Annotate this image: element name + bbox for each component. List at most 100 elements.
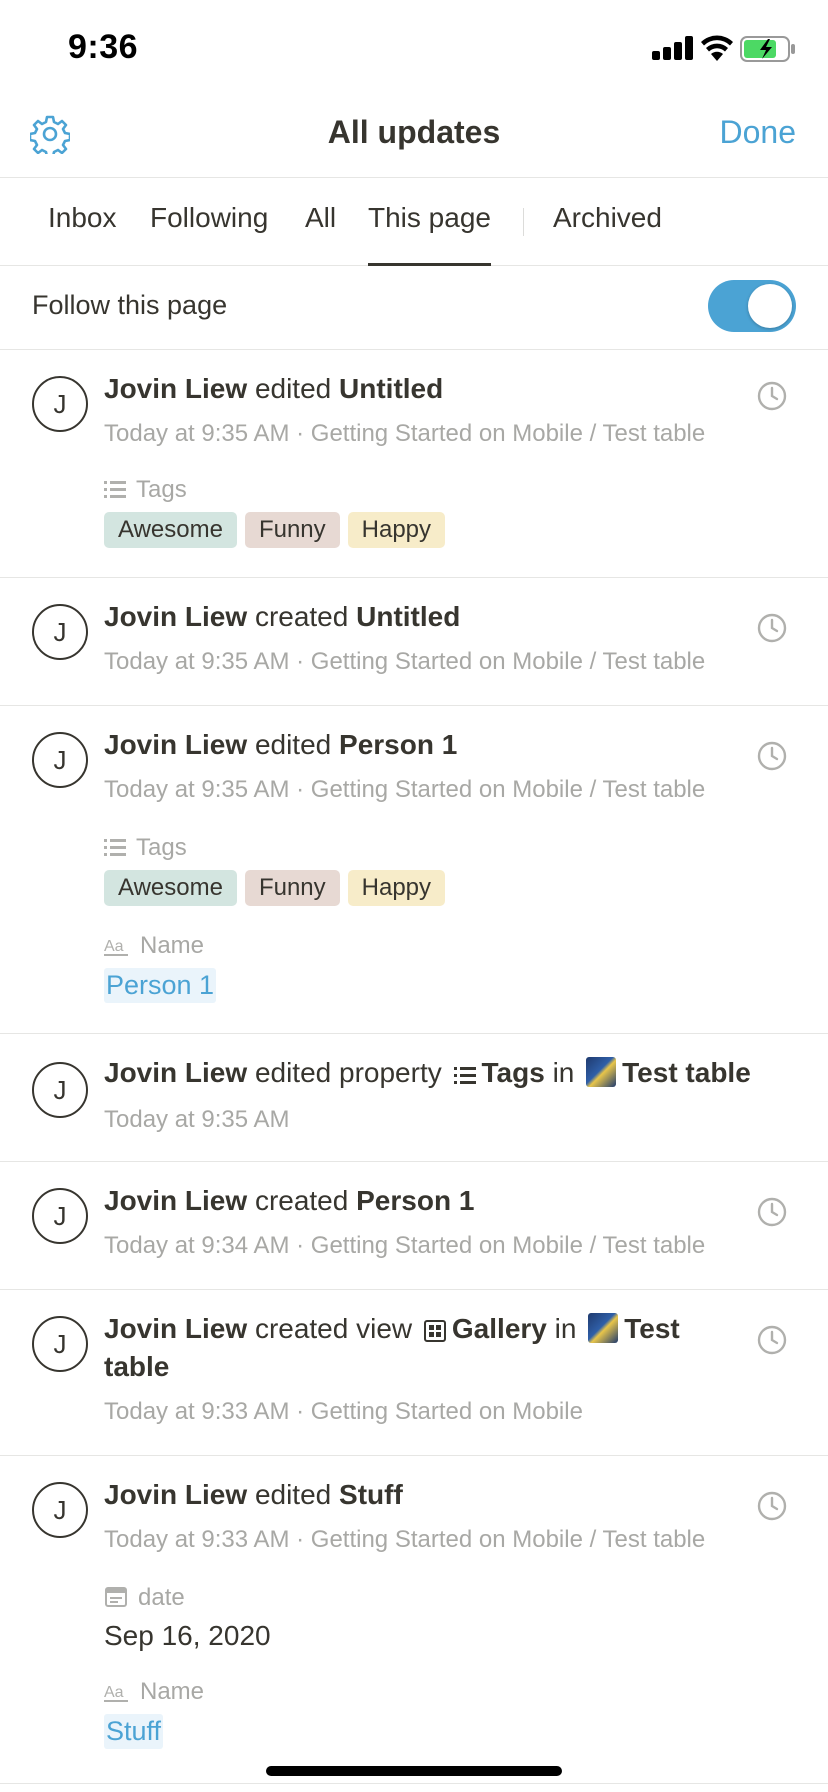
list-icon bbox=[104, 839, 126, 856]
clock-icon[interactable] bbox=[756, 1324, 788, 1356]
avatar: J bbox=[32, 376, 88, 432]
property-label-text: date bbox=[138, 1584, 185, 1611]
svg-text:Aa: Aa bbox=[104, 1684, 124, 1701]
name-value-link[interactable]: Person 1 bbox=[104, 968, 217, 1003]
battery-icon bbox=[740, 36, 795, 62]
clock-icon[interactable] bbox=[756, 740, 788, 772]
filter-tabs: Inbox Following All This page Archived bbox=[0, 178, 828, 266]
tab-this-page[interactable]: This page bbox=[368, 202, 491, 266]
avatar: J bbox=[32, 1188, 88, 1244]
update-target[interactable]: Stuff bbox=[339, 1479, 403, 1510]
svg-text:Aa: Aa bbox=[104, 938, 124, 955]
clock-icon[interactable] bbox=[756, 380, 788, 412]
home-indicator bbox=[266, 1766, 562, 1776]
update-meta: Today at 9:34 AM · Getting Started on Mo… bbox=[104, 1232, 706, 1259]
cellular-signal-icon bbox=[652, 36, 696, 60]
tag-funny: Funny bbox=[244, 512, 340, 548]
tag-awesome: Awesome bbox=[104, 512, 237, 548]
follow-page-toggle[interactable] bbox=[708, 280, 796, 332]
update-action: created bbox=[254, 1185, 349, 1216]
name-value-link[interactable]: Stuff bbox=[104, 1714, 164, 1749]
update-entry[interactable]: J Jovin Liew edited property Tags in Tes… bbox=[0, 1034, 828, 1162]
tab-inbox[interactable]: Inbox bbox=[48, 202, 117, 266]
update-headline: Jovin Liew created Person 1 bbox=[104, 1182, 728, 1220]
gallery-view-icon bbox=[423, 1320, 446, 1342]
update-target[interactable]: Untitled bbox=[356, 601, 460, 632]
user-name: Jovin Liew bbox=[104, 601, 248, 632]
user-name: Jovin Liew bbox=[104, 1479, 248, 1510]
clock-icon[interactable] bbox=[756, 612, 788, 644]
update-meta: Today at 9:35 AM · Getting Started on Mo… bbox=[104, 776, 706, 803]
toggle-knob bbox=[748, 284, 792, 328]
update-headline: Jovin Liew edited Person 1 bbox=[104, 726, 728, 764]
update-entry[interactable]: J Jovin Liew edited Untitled Today at 9:… bbox=[0, 350, 828, 578]
update-headline: Jovin Liew edited property Tags in Test … bbox=[104, 1054, 808, 1092]
date-value: Sep 16, 2020 bbox=[104, 1620, 271, 1651]
tab-all[interactable]: All bbox=[305, 202, 336, 266]
tag-happy: Happy bbox=[347, 870, 446, 906]
user-name: Jovin Liew bbox=[104, 373, 248, 404]
property-label: Aa Name bbox=[104, 932, 204, 960]
update-meta: Today at 9:33 AM · Getting Started on Mo… bbox=[104, 1526, 706, 1553]
clock-icon[interactable] bbox=[756, 1490, 788, 1522]
follow-page-label: Follow this page bbox=[32, 290, 228, 320]
property-label-text: Tags bbox=[136, 476, 187, 503]
user-name: Jovin Liew bbox=[104, 1313, 248, 1344]
update-target[interactable]: Person 1 bbox=[339, 729, 457, 760]
update-target[interactable]: Test table bbox=[622, 1057, 751, 1088]
update-headline: Jovin Liew edited Stuff bbox=[104, 1476, 728, 1514]
update-meta: Today at 9:35 AM bbox=[104, 1106, 290, 1133]
tag-awesome: Awesome bbox=[104, 870, 237, 906]
update-entry[interactable]: J Jovin Liew edited Person 1 Today at 9:… bbox=[0, 706, 828, 1034]
header: All updates Done bbox=[0, 100, 828, 178]
database-thumbnail-icon bbox=[588, 1313, 619, 1343]
update-action: edited bbox=[254, 1479, 332, 1510]
text-property-icon: Aa bbox=[104, 1684, 128, 1702]
property-label: Tags bbox=[104, 476, 187, 504]
follow-page-row: Follow this page bbox=[0, 266, 828, 350]
tab-archived[interactable]: Archived bbox=[553, 202, 662, 266]
view-name: Gallery bbox=[451, 1313, 547, 1344]
tag-list: Awesome Funny Happy bbox=[104, 870, 446, 906]
tag-happy: Happy bbox=[347, 512, 446, 548]
status-time: 9:36 bbox=[68, 28, 139, 66]
property-label: date bbox=[104, 1584, 185, 1612]
user-name: Jovin Liew bbox=[104, 1057, 248, 1088]
update-headline: Jovin Liew created view Gallery in Test … bbox=[104, 1310, 728, 1386]
update-meta: Today at 9:33 AM · Getting Started on Mo… bbox=[104, 1398, 583, 1425]
user-name: Jovin Liew bbox=[104, 729, 248, 760]
update-action: created view bbox=[254, 1313, 413, 1344]
done-button[interactable]: Done bbox=[720, 114, 797, 151]
avatar: J bbox=[32, 732, 88, 788]
property-name: Tags bbox=[481, 1057, 545, 1088]
property-label-text: Tags bbox=[136, 834, 187, 861]
update-action: edited property bbox=[254, 1057, 442, 1088]
update-headline: Jovin Liew created Untitled bbox=[104, 598, 728, 636]
update-entry[interactable]: J Jovin Liew created view Gallery in Tes… bbox=[0, 1290, 828, 1456]
calendar-icon bbox=[105, 1587, 127, 1607]
update-target[interactable]: Untitled bbox=[339, 373, 443, 404]
tab-divider bbox=[523, 208, 524, 236]
update-headline: Jovin Liew edited Untitled bbox=[104, 370, 728, 408]
property-label-text: Name bbox=[140, 1678, 205, 1705]
update-target[interactable]: Person 1 bbox=[356, 1185, 474, 1216]
avatar: J bbox=[32, 1482, 88, 1538]
update-action: edited bbox=[254, 373, 332, 404]
wifi-icon bbox=[701, 35, 733, 61]
list-icon bbox=[453, 1067, 476, 1084]
update-entry[interactable]: J Jovin Liew created Person 1 Today at 9… bbox=[0, 1162, 828, 1290]
property-label: Aa Name bbox=[104, 1678, 204, 1706]
update-action: edited bbox=[254, 729, 332, 760]
page-title: All updates bbox=[327, 114, 501, 150]
connector-text: in bbox=[552, 1057, 575, 1088]
tag-funny: Funny bbox=[244, 870, 340, 906]
property-label-text: Name bbox=[140, 932, 205, 959]
update-meta: Today at 9:35 AM · Getting Started on Mo… bbox=[104, 420, 706, 447]
tab-following[interactable]: Following bbox=[150, 202, 268, 266]
status-bar: 9:36 bbox=[0, 0, 828, 100]
avatar: J bbox=[32, 1062, 88, 1118]
update-entry[interactable]: J Jovin Liew created Untitled Today at 9… bbox=[0, 578, 828, 706]
clock-icon[interactable] bbox=[756, 1196, 788, 1228]
update-entry[interactable]: J Jovin Liew edited Stuff Today at 9:33 … bbox=[0, 1456, 828, 1784]
text-property-icon: Aa bbox=[104, 938, 128, 956]
